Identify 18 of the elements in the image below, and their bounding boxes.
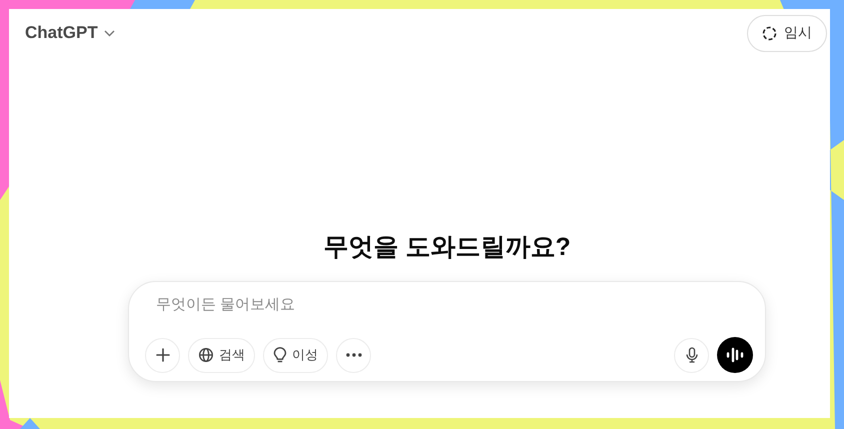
heading: 무엇을 도와드릴까요? bbox=[323, 232, 571, 263]
globe-icon bbox=[198, 347, 214, 363]
microphone-icon bbox=[686, 347, 698, 363]
voice-mode-button[interactable] bbox=[717, 337, 753, 373]
dashed-circle-icon bbox=[762, 26, 777, 40]
temporary-chat-button[interactable]: 임시 bbox=[747, 14, 827, 52]
add-button[interactable] bbox=[145, 338, 180, 372]
more-icon bbox=[346, 353, 362, 357]
prompt-box[interactable]: 무엇이든 물어보세요 검색 이성 bbox=[128, 281, 766, 382]
plus-icon bbox=[154, 347, 170, 363]
more-button[interactable] bbox=[336, 338, 371, 372]
reason-button[interactable]: 이성 bbox=[263, 338, 328, 372]
microphone-button[interactable] bbox=[674, 338, 709, 372]
search-button[interactable]: 검색 bbox=[188, 338, 255, 372]
model-selector[interactable]: ChatGPT bbox=[25, 23, 115, 43]
chevron-down-icon bbox=[104, 30, 115, 36]
sound-wave-icon bbox=[726, 347, 744, 363]
lightbulb-icon bbox=[273, 346, 287, 364]
